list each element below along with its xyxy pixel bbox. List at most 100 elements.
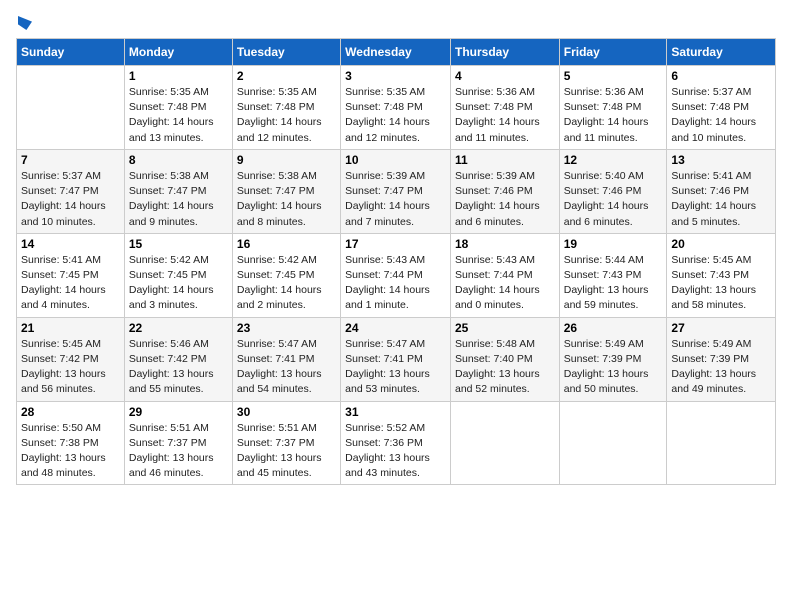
table-cell: 8 Sunrise: 5:38 AMSunset: 7:47 PMDaylight…: [124, 149, 232, 233]
weekday-header-saturday: Saturday: [667, 39, 776, 66]
day-number: 21: [21, 321, 120, 335]
table-cell: 31 Sunrise: 5:52 AMSunset: 7:36 PMDayligh…: [341, 401, 451, 485]
weekday-header-thursday: Thursday: [450, 39, 559, 66]
table-cell: 11 Sunrise: 5:39 AMSunset: 7:46 PMDayligh…: [450, 149, 559, 233]
day-number: 7: [21, 153, 120, 167]
day-info: Sunrise: 5:35 AMSunset: 7:48 PMDaylight:…: [345, 85, 446, 146]
table-cell: 12 Sunrise: 5:40 AMSunset: 7:46 PMDayligh…: [559, 149, 667, 233]
week-row-3: 14 Sunrise: 5:41 AMSunset: 7:45 PMDayligh…: [17, 233, 776, 317]
day-number: 23: [237, 321, 336, 335]
day-info: Sunrise: 5:41 AMSunset: 7:45 PMDaylight:…: [21, 253, 120, 314]
weekday-header-monday: Monday: [124, 39, 232, 66]
table-cell: 24Sunrise: 5:47 AMSunset: 7:41 PMDayligh…: [341, 317, 451, 401]
day-number: 27: [671, 321, 771, 335]
day-number: 12: [564, 153, 663, 167]
day-info: Sunrise: 5:45 AMSunset: 7:42 PMDaylight:…: [21, 337, 120, 398]
day-number: 30: [237, 405, 336, 419]
week-row-5: 28Sunrise: 5:50 AMSunset: 7:38 PMDayligh…: [17, 401, 776, 485]
day-info: Sunrise: 5:39 AMSunset: 7:47 PMDaylight:…: [345, 169, 446, 230]
table-cell: [450, 401, 559, 485]
table-cell: 13 Sunrise: 5:41 AMSunset: 7:46 PMDayligh…: [667, 149, 776, 233]
day-number: 6: [671, 69, 771, 83]
day-info: Sunrise: 5:51 AMSunset: 7:37 PMDaylight:…: [237, 421, 336, 482]
day-number: 1: [129, 69, 228, 83]
table-cell: 23 Sunrise: 5:47 AMSunset: 7:41 PMDayligh…: [232, 317, 340, 401]
table-cell: [17, 66, 125, 150]
table-cell: 22 Sunrise: 5:46 AMSunset: 7:42 PMDayligh…: [124, 317, 232, 401]
day-number: 16: [237, 237, 336, 251]
day-number: 29: [129, 405, 228, 419]
day-info: Sunrise: 5:50 AMSunset: 7:38 PMDaylight:…: [21, 421, 120, 482]
day-info: Sunrise: 5:43 AMSunset: 7:44 PMDaylight:…: [345, 253, 446, 314]
day-number: 11: [455, 153, 555, 167]
logo-icon: [18, 16, 32, 30]
table-cell: 21 Sunrise: 5:45 AMSunset: 7:42 PMDayligh…: [17, 317, 125, 401]
table-cell: 28Sunrise: 5:50 AMSunset: 7:38 PMDayligh…: [17, 401, 125, 485]
table-cell: [559, 401, 667, 485]
day-info: Sunrise: 5:47 AMSunset: 7:41 PMDaylight:…: [237, 337, 336, 398]
week-row-1: 1 Sunrise: 5:35 AMSunset: 7:48 PMDaylight…: [17, 66, 776, 150]
day-number: 8: [129, 153, 228, 167]
day-info: Sunrise: 5:39 AMSunset: 7:46 PMDaylight:…: [455, 169, 555, 230]
day-number: 4: [455, 69, 555, 83]
day-info: Sunrise: 5:35 AMSunset: 7:48 PMDaylight:…: [129, 85, 228, 146]
day-info: Sunrise: 5:52 AMSunset: 7:36 PMDaylight:…: [345, 421, 446, 482]
day-number: 13: [671, 153, 771, 167]
day-info: Sunrise: 5:37 AMSunset: 7:48 PMDaylight:…: [671, 85, 771, 146]
day-info: Sunrise: 5:48 AMSunset: 7:40 PMDaylight:…: [455, 337, 555, 398]
table-cell: 14 Sunrise: 5:41 AMSunset: 7:45 PMDayligh…: [17, 233, 125, 317]
table-cell: 15 Sunrise: 5:42 AMSunset: 7:45 PMDayligh…: [124, 233, 232, 317]
day-info: Sunrise: 5:40 AMSunset: 7:46 PMDaylight:…: [564, 169, 663, 230]
day-info: Sunrise: 5:51 AMSunset: 7:37 PMDaylight:…: [129, 421, 228, 482]
table-cell: 30 Sunrise: 5:51 AMSunset: 7:37 PMDayligh…: [232, 401, 340, 485]
week-row-4: 21 Sunrise: 5:45 AMSunset: 7:42 PMDayligh…: [17, 317, 776, 401]
day-info: Sunrise: 5:49 AMSunset: 7:39 PMDaylight:…: [564, 337, 663, 398]
table-cell: 7Sunrise: 5:37 AMSunset: 7:47 PMDaylight…: [17, 149, 125, 233]
table-cell: 9 Sunrise: 5:38 AMSunset: 7:47 PMDaylight…: [232, 149, 340, 233]
weekday-header-row: SundayMondayTuesdayWednesdayThursdayFrid…: [17, 39, 776, 66]
day-info: Sunrise: 5:47 AMSunset: 7:41 PMDaylight:…: [345, 337, 446, 398]
table-cell: 4 Sunrise: 5:36 AMSunset: 7:48 PMDaylight…: [450, 66, 559, 150]
day-number: 15: [129, 237, 228, 251]
table-cell: 5Sunrise: 5:36 AMSunset: 7:48 PMDaylight…: [559, 66, 667, 150]
day-info: Sunrise: 5:42 AMSunset: 7:45 PMDaylight:…: [237, 253, 336, 314]
table-cell: 16 Sunrise: 5:42 AMSunset: 7:45 PMDayligh…: [232, 233, 340, 317]
weekday-header-friday: Friday: [559, 39, 667, 66]
day-number: 31: [345, 405, 446, 419]
day-info: Sunrise: 5:36 AMSunset: 7:48 PMDaylight:…: [455, 85, 555, 146]
day-number: 9: [237, 153, 336, 167]
day-number: 19: [564, 237, 663, 251]
table-cell: 26Sunrise: 5:49 AMSunset: 7:39 PMDayligh…: [559, 317, 667, 401]
table-cell: [667, 401, 776, 485]
table-cell: 29 Sunrise: 5:51 AMSunset: 7:37 PMDayligh…: [124, 401, 232, 485]
table-cell: 6 Sunrise: 5:37 AMSunset: 7:48 PMDaylight…: [667, 66, 776, 150]
header: [16, 16, 776, 30]
day-info: Sunrise: 5:42 AMSunset: 7:45 PMDaylight:…: [129, 253, 228, 314]
weekday-header-sunday: Sunday: [17, 39, 125, 66]
day-info: Sunrise: 5:41 AMSunset: 7:46 PMDaylight:…: [671, 169, 771, 230]
table-cell: 18Sunrise: 5:43 AMSunset: 7:44 PMDayligh…: [450, 233, 559, 317]
day-number: 22: [129, 321, 228, 335]
day-info: Sunrise: 5:36 AMSunset: 7:48 PMDaylight:…: [564, 85, 663, 146]
day-info: Sunrise: 5:49 AMSunset: 7:39 PMDaylight:…: [671, 337, 771, 398]
day-info: Sunrise: 5:38 AMSunset: 7:47 PMDaylight:…: [129, 169, 228, 230]
day-number: 3: [345, 69, 446, 83]
week-row-2: 7Sunrise: 5:37 AMSunset: 7:47 PMDaylight…: [17, 149, 776, 233]
calendar: SundayMondayTuesdayWednesdayThursdayFrid…: [16, 38, 776, 485]
day-info: Sunrise: 5:44 AMSunset: 7:43 PMDaylight:…: [564, 253, 663, 314]
day-number: 20: [671, 237, 771, 251]
day-number: 2: [237, 69, 336, 83]
weekday-header-wednesday: Wednesday: [341, 39, 451, 66]
day-info: Sunrise: 5:38 AMSunset: 7:47 PMDaylight:…: [237, 169, 336, 230]
table-cell: 17 Sunrise: 5:43 AMSunset: 7:44 PMDayligh…: [341, 233, 451, 317]
table-cell: 2 Sunrise: 5:35 AMSunset: 7:48 PMDaylight…: [232, 66, 340, 150]
day-info: Sunrise: 5:46 AMSunset: 7:42 PMDaylight:…: [129, 337, 228, 398]
table-cell: 27 Sunrise: 5:49 AMSunset: 7:39 PMDayligh…: [667, 317, 776, 401]
weekday-header-tuesday: Tuesday: [232, 39, 340, 66]
day-number: 14: [21, 237, 120, 251]
logo: [16, 16, 32, 30]
day-info: Sunrise: 5:35 AMSunset: 7:48 PMDaylight:…: [237, 85, 336, 146]
day-info: Sunrise: 5:45 AMSunset: 7:43 PMDaylight:…: [671, 253, 771, 314]
table-cell: 3 Sunrise: 5:35 AMSunset: 7:48 PMDaylight…: [341, 66, 451, 150]
day-number: 17: [345, 237, 446, 251]
